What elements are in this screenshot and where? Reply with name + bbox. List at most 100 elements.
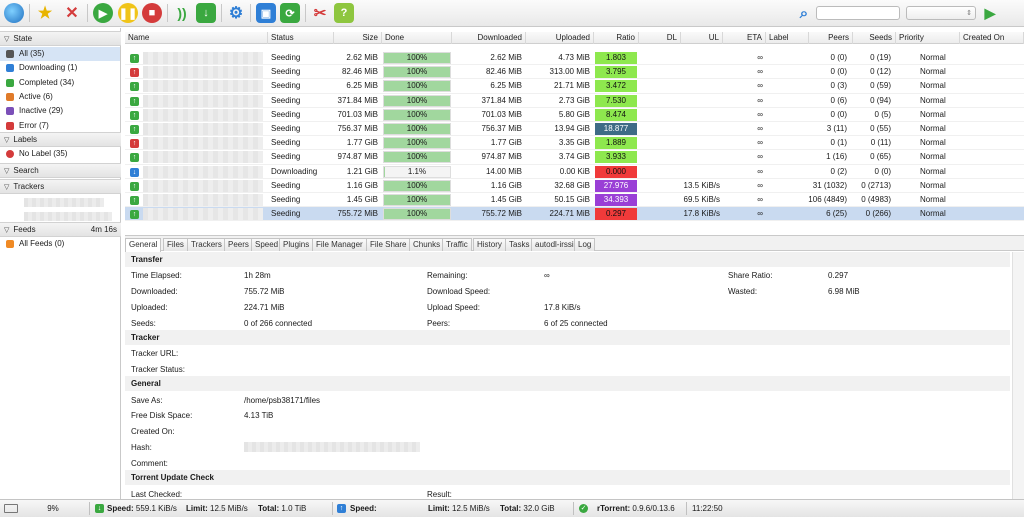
column-header-done[interactable]: Done [382, 32, 452, 44]
free-disk-value: 4.13 TiB [244, 411, 274, 420]
size-cell: 1.77 GiB [346, 138, 378, 148]
globe-icon[interactable] [4, 3, 24, 23]
tab-trackers[interactable]: Trackers [187, 238, 226, 251]
uploaded-cell: 21.71 MiB [553, 81, 590, 91]
table-row[interactable]: ↓ Downloading 1.21 GiB 1.1% 14.00 MiB 0.00 Ki… [125, 165, 1024, 179]
refresh-icon[interactable]: ⟳ [280, 3, 300, 23]
window-icon[interactable]: ▣ [256, 3, 276, 23]
column-header-uploaded[interactable]: Uploaded [526, 32, 594, 44]
sidebar-item-state[interactable]: Inactive (29) [0, 104, 120, 118]
table-row[interactable]: ↑ Seeding 82.46 MiB 100% 82.46 MiB 313.00 MiB… [125, 65, 1024, 80]
search-icon[interactable]: ⌕ [794, 3, 814, 23]
column-header-peers[interactable]: Peers [809, 32, 853, 44]
tools-icon[interactable]: ✂ [310, 3, 330, 23]
sidebar-item-tracker[interactable] [0, 209, 120, 223]
column-header-size[interactable]: Size [334, 32, 382, 44]
column-header-ratio[interactable]: Ratio [594, 32, 639, 44]
progress-bar: 100% [383, 66, 451, 79]
column-header-seeds[interactable]: Seeds [853, 32, 896, 44]
search-input[interactable] [816, 6, 900, 20]
labels-section-header[interactable]: ▽ Labels [0, 132, 121, 147]
download-speed[interactable]: Speed: 559.1 KiB/s [107, 500, 177, 517]
remove-icon[interactable]: ✕ [62, 3, 82, 23]
seeding-icon: ↑ [130, 68, 139, 78]
sidebar-item-state[interactable]: Active (6) [0, 90, 120, 104]
table-row[interactable]: ↑ Seeding 1.45 GiB 100% 1.45 GiB 50.15 GiB 34.… [125, 193, 1024, 208]
completed-icon [6, 78, 14, 87]
table-row[interactable]: ↑ Seeding 701.03 MiB 100% 701.03 MiB 5.80 GiB… [125, 108, 1024, 122]
sidebar-item-all-feeds[interactable]: All Feeds (0) [0, 237, 120, 251]
size-cell: 82.46 MiB [341, 67, 378, 77]
download-limit[interactable]: Limit: 12.5 MiB/s [186, 500, 248, 517]
state-section-header[interactable]: ▽ State [0, 31, 121, 46]
priority-cell: Normal [920, 195, 946, 204]
sidebar-item-state[interactable]: Downloading (1) [0, 61, 120, 75]
start-icon[interactable]: ▶ [93, 3, 113, 23]
column-header-name[interactable]: Name [125, 32, 268, 44]
uploaded-cell: 0.00 KiB [559, 166, 590, 176]
sidebar-item-state[interactable]: Error (7) [0, 119, 120, 133]
column-header-downloaded[interactable]: Downloaded [452, 32, 526, 44]
download-icon[interactable]: ↓ [196, 3, 216, 23]
downloaded-cell: 2.62 MiB [490, 53, 522, 62]
tab-tasks[interactable]: Tasks [505, 238, 534, 251]
search-engine-select[interactable]: ⇕ [906, 6, 976, 20]
share-ratio-value: 0.297 [828, 271, 849, 280]
pause-icon[interactable]: ❚❚ [118, 3, 138, 23]
column-header-created-on[interactable]: Created On [960, 32, 1024, 44]
details-scrollbar[interactable] [1012, 252, 1024, 499]
table-row[interactable]: ↑ Seeding 6.25 MiB 100% 6.25 MiB 21.71 MiB 3.4… [125, 79, 1024, 94]
table-row[interactable]: ↑ Seeding 371.84 MiB 100% 371.84 MiB 2.73 GiB… [125, 94, 1024, 108]
tab-files[interactable]: Files [163, 238, 188, 251]
column-header-label[interactable]: Label [766, 32, 809, 44]
tracker-status-label: Tracker Status: [131, 365, 185, 374]
tab-file-manager[interactable]: File Manager [312, 238, 367, 251]
last-checked-label: Last Checked: [131, 490, 183, 499]
table-row[interactable]: ↑ Seeding 1.77 GiB 100% 1.77 GiB 3.35 GiB 1.88… [125, 136, 1024, 151]
seeding-icon: ↑ [130, 210, 139, 220]
uploaded-cell: 2.73 GiB [558, 95, 590, 105]
column-header-ul[interactable]: UL [681, 32, 723, 44]
tab-traffic[interactable]: Traffic [442, 238, 472, 251]
table-row[interactable]: ↑ Seeding 756.37 MiB 100% 756.37 MiB 13.94 Gi… [125, 122, 1024, 137]
rss-icon[interactable]: )) [172, 3, 192, 23]
sidebar-item-state[interactable]: All (35) [0, 47, 120, 61]
search-section-header[interactable]: ▽ Search [0, 163, 121, 178]
size-cell: 1.45 GiB [346, 195, 378, 204]
settings-icon[interactable]: ⚙ [226, 3, 246, 23]
column-header-dl[interactable]: DL [639, 32, 681, 44]
progress-bar: 100% [383, 108, 451, 121]
column-header-status[interactable]: Status [268, 32, 334, 44]
trackers-section-header[interactable]: ▽ Trackers [0, 179, 121, 194]
upload-speed[interactable]: Speed: [350, 500, 377, 517]
feeds-section-header[interactable]: ▽ Feeds 4m 16s [0, 222, 121, 237]
tab-general[interactable]: General [125, 238, 162, 252]
sidebar-item-state[interactable]: Completed (34) [0, 76, 120, 90]
tab-log[interactable]: Log [574, 238, 596, 251]
table-row[interactable]: ↑ Seeding 974.87 MiB 100% 974.87 MiB 3.74 GiB… [125, 150, 1024, 165]
table-row[interactable]: ↑ Seeding 755.72 MiB 100% 755.72 MiB 224.71 M… [125, 207, 1024, 222]
play-icon[interactable]: ▶ [980, 3, 1000, 23]
hash-label: Hash: [131, 443, 152, 452]
column-header-priority[interactable]: Priority [896, 32, 960, 44]
sidebar-item-label: No Label (35) [19, 149, 68, 158]
tab-history[interactable]: History [473, 238, 506, 251]
tab-autodl-irssi[interactable]: autodl-irssi [531, 238, 578, 251]
star-icon[interactable]: ★ [35, 3, 55, 23]
table-row[interactable]: ↑ Seeding 1.16 GiB 100% 1.16 GiB 32.68 GiB 27.… [125, 179, 1024, 193]
column-header-eta[interactable]: ETA [723, 32, 766, 44]
upload-limit[interactable]: Limit: 12.5 MiB/s [428, 500, 490, 517]
wasted-value: 6.98 MiB [828, 287, 860, 296]
help-icon[interactable]: ? [334, 3, 354, 23]
tab-peers[interactable]: Peers [224, 238, 253, 251]
tab-chunks[interactable]: Chunks [409, 238, 445, 251]
tab-plugins[interactable]: Plugins [279, 238, 314, 251]
priority-cell: Normal [920, 124, 946, 133]
stop-icon[interactable]: ■ [142, 3, 162, 23]
ul-speed-cell [665, 79, 720, 93]
sidebar-item-tracker[interactable] [0, 195, 120, 209]
tab-speed[interactable]: Speed [251, 238, 283, 251]
table-row[interactable]: ↑ Seeding 2.62 MiB 100% 2.62 MiB 4.73 MiB 1.80… [125, 51, 1024, 66]
tab-file-share[interactable]: File Share [366, 238, 411, 251]
sidebar-item-no-label[interactable]: No Label (35) [0, 147, 120, 161]
